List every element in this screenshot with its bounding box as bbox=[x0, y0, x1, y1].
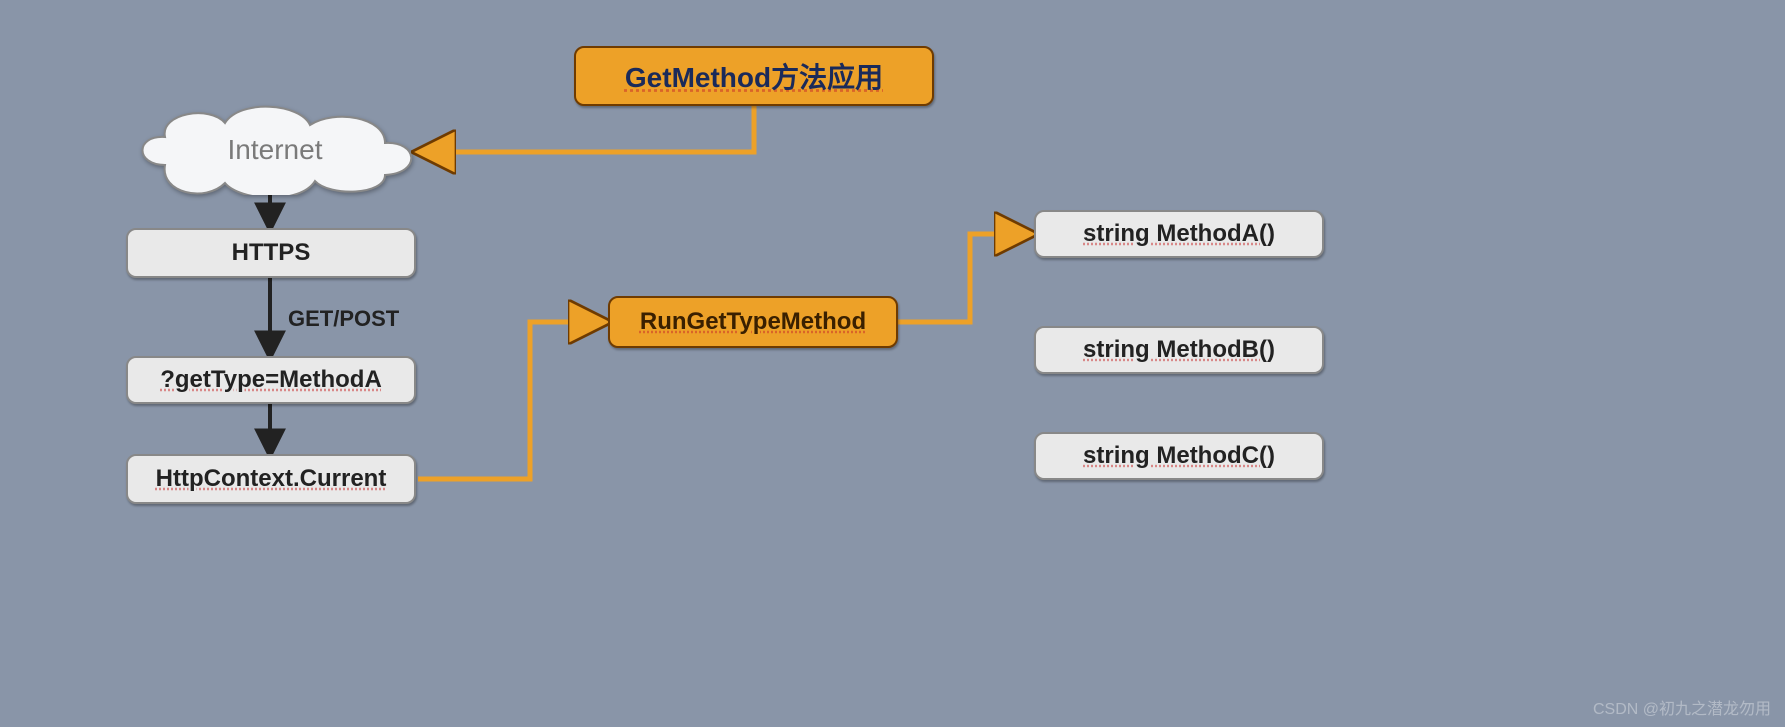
gettype-node: ?getType=MethodA bbox=[126, 356, 416, 404]
diagram-canvas: GetMethod方法应用 Internet HTTPS GET/POST ?g… bbox=[0, 0, 1785, 727]
httpctx-label: HttpContext.Current bbox=[156, 465, 387, 493]
methodb-label: string MethodB() bbox=[1083, 336, 1275, 364]
https-node: HTTPS bbox=[126, 228, 416, 278]
internet-label: Internet bbox=[228, 134, 323, 166]
edge-label-getpost: GET/POST bbox=[288, 306, 399, 332]
gettype-label: ?getType=MethodA bbox=[160, 366, 382, 394]
methoda-label: string MethodA() bbox=[1083, 220, 1275, 248]
title-label: GetMethod方法应用 bbox=[625, 56, 883, 96]
run-node: RunGetTypeMethod bbox=[608, 296, 898, 348]
https-label: HTTPS bbox=[232, 239, 311, 267]
methodb-node: string MethodB() bbox=[1034, 326, 1324, 374]
methodc-label: string MethodC() bbox=[1083, 442, 1275, 470]
methoda-node: string MethodA() bbox=[1034, 210, 1324, 258]
internet-cloud: Internet bbox=[130, 105, 420, 195]
httpctx-node: HttpContext.Current bbox=[126, 454, 416, 504]
title-node: GetMethod方法应用 bbox=[574, 46, 934, 106]
run-label: RunGetTypeMethod bbox=[640, 308, 866, 336]
watermark: CSDN @初九之潜龙勿用 bbox=[1593, 695, 1771, 719]
methodc-node: string MethodC() bbox=[1034, 432, 1324, 480]
